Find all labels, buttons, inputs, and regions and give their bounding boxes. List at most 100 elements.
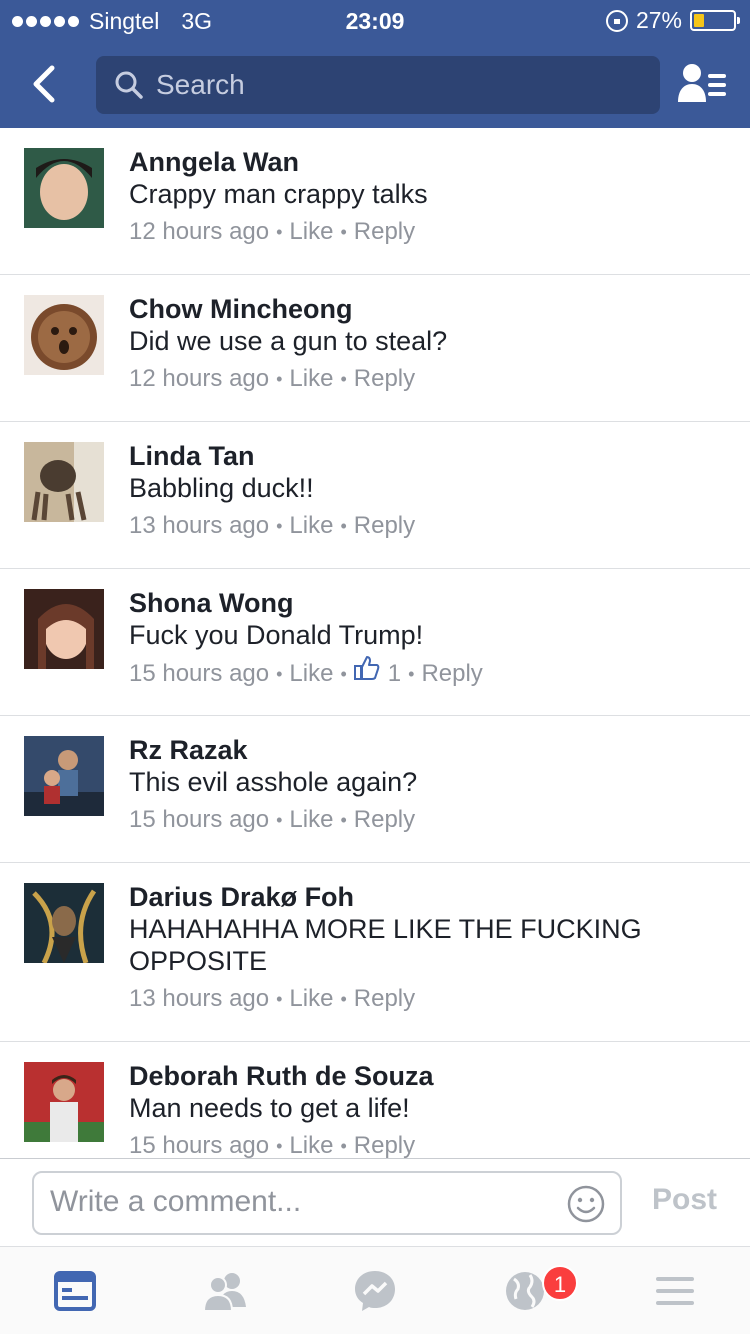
commenter-name[interactable]: Chow Mincheong <box>129 293 730 325</box>
reply-link[interactable]: Reply <box>354 1128 415 1158</box>
separator-dot: • <box>276 222 283 242</box>
like-link[interactable]: Like <box>289 361 333 397</box>
avatar[interactable] <box>24 442 104 522</box>
comment-body: Shona Wong Fuck you Donald Trump! 15 hou… <box>129 587 730 692</box>
separator-dot: • <box>276 1136 283 1156</box>
battery-fill <box>694 14 704 27</box>
comment-time[interactable]: 13 hours ago <box>129 508 269 544</box>
user-photo-icon <box>24 589 104 669</box>
comment-item: Anngela Wan Crappy man crappy talks 12 h… <box>0 128 750 275</box>
comment-body: Anngela Wan Crappy man crappy talks 12 h… <box>129 146 730 250</box>
tab-friends[interactable] <box>200 1267 250 1315</box>
separator-dot: • <box>276 989 283 1009</box>
commenter-name[interactable]: Deborah Ruth de Souza <box>129 1060 730 1092</box>
comment-body: Deborah Ruth de Souza Man needs to get a… <box>129 1060 730 1158</box>
back-button[interactable] <box>24 62 68 106</box>
comment-text: Did we use a gun to steal? <box>129 326 448 356</box>
tab-notifications[interactable] <box>500 1267 550 1315</box>
comment-body: Linda Tan Babbling duck!! 13 hours ago • L… <box>129 440 730 544</box>
status-bar: Singtel 3G 23:09 27% <box>0 0 750 40</box>
comment-composer: Write a comment... Post <box>0 1158 750 1246</box>
comments-list[interactable]: Anngela Wan Crappy man crappy talks 12 h… <box>0 128 750 1158</box>
comment-item: Deborah Ruth de Souza Man needs to get a… <box>0 1042 750 1158</box>
reply-link[interactable]: Reply <box>421 656 482 692</box>
comment-time[interactable]: 15 hours ago <box>129 1128 269 1158</box>
reply-link[interactable]: Reply <box>354 981 415 1017</box>
tab-menu[interactable] <box>650 1267 700 1315</box>
separator-dot: • <box>340 369 347 389</box>
search-bar[interactable]: Search <box>96 56 660 114</box>
tab-messenger[interactable] <box>350 1267 400 1315</box>
battery-icon <box>690 10 740 31</box>
avatar[interactable] <box>24 1062 104 1142</box>
comment-meta: 12 hours ago • Like • Reply <box>129 361 730 397</box>
comment-body: Darius Drakø Foh HAHAHAHHA MORE LIKE THE… <box>129 881 730 1017</box>
separator-dot: • <box>340 222 347 242</box>
reply-link[interactable]: Reply <box>354 802 415 838</box>
comment-time[interactable]: 12 hours ago <box>129 214 269 250</box>
reply-link[interactable]: Reply <box>354 214 415 250</box>
like-link[interactable]: Like <box>289 214 333 250</box>
avatar[interactable] <box>24 883 104 963</box>
comment-text: This evil asshole again? <box>129 767 418 797</box>
comment-item: Rz Razak This evil asshole again? 15 hou… <box>0 716 750 863</box>
post-button[interactable]: Post <box>652 1183 717 1217</box>
comment-text: Babbling duck!! <box>129 473 314 503</box>
like-link[interactable]: Like <box>289 508 333 544</box>
status-right: 27% <box>605 7 740 34</box>
avatar[interactable] <box>24 148 104 228</box>
comment-meta: 13 hours ago • Like • Reply <box>129 508 730 544</box>
comment-meta: 15 hours ago • Like • Reply <box>129 802 730 838</box>
like-thumb-icon[interactable] <box>353 655 380 692</box>
menu-icon <box>656 1277 694 1305</box>
rotation-lock-icon <box>605 9 628 32</box>
friends-icon <box>202 1273 246 1312</box>
comment-meta: 15 hours ago • Like • 1 • Reply <box>129 655 730 692</box>
commenter-name[interactable]: Linda Tan <box>129 440 730 472</box>
comment-body: Chow Mincheong Did we use a gun to steal… <box>129 293 730 397</box>
separator-dot: • <box>340 810 347 830</box>
comment-time[interactable]: 13 hours ago <box>129 981 269 1017</box>
commenter-name[interactable]: Anngela Wan <box>129 146 730 178</box>
comment-item: Linda Tan Babbling duck!! 13 hours ago • L… <box>0 422 750 569</box>
reply-link[interactable]: Reply <box>354 508 415 544</box>
commenter-name[interactable]: Darius Drakø Foh <box>129 881 730 913</box>
separator-dot: • <box>276 369 283 389</box>
profile-list-button[interactable] <box>676 62 728 106</box>
user-photo-icon <box>24 148 104 228</box>
comment-input[interactable]: Write a comment... <box>32 1171 622 1235</box>
commenter-name[interactable]: Rz Razak <box>129 734 730 766</box>
chevron-left-icon <box>33 65 55 103</box>
separator-dot: • <box>340 989 347 1009</box>
separator-dot: • <box>408 663 415 684</box>
news-feed-icon <box>54 1271 96 1311</box>
avatar[interactable] <box>24 295 104 375</box>
messenger-icon <box>355 1271 395 1311</box>
like-link[interactable]: Like <box>289 802 333 838</box>
like-link[interactable]: Like <box>289 656 333 692</box>
reply-link[interactable]: Reply <box>354 361 415 397</box>
separator-dot: • <box>276 663 283 684</box>
avatar[interactable] <box>24 736 104 816</box>
comment-text: Man needs to get a life! <box>129 1093 410 1123</box>
comment-time[interactable]: 12 hours ago <box>129 361 269 397</box>
emoji-icon[interactable] <box>566 1184 606 1224</box>
top-header: Singtel 3G 23:09 27% Search <box>0 0 750 128</box>
commenter-name[interactable]: Shona Wong <box>129 587 730 619</box>
comment-time[interactable]: 15 hours ago <box>129 656 269 692</box>
avatar[interactable] <box>24 589 104 669</box>
search-icon <box>115 71 143 99</box>
like-link[interactable]: Like <box>289 981 333 1017</box>
user-photo-icon <box>24 442 104 522</box>
notifications-globe-icon <box>506 1272 544 1310</box>
like-link[interactable]: Like <box>289 1128 333 1158</box>
profile-list-icon <box>678 64 726 102</box>
separator-dot: • <box>276 810 283 830</box>
separator-dot: • <box>276 516 283 536</box>
tab-news-feed[interactable] <box>50 1267 100 1315</box>
comment-meta: 12 hours ago • Like • Reply <box>129 214 730 250</box>
separator-dot: • <box>340 516 347 536</box>
battery-percent: 27% <box>635 7 682 33</box>
comment-time[interactable]: 15 hours ago <box>129 802 269 838</box>
likes-count[interactable]: 1 <box>388 656 401 692</box>
